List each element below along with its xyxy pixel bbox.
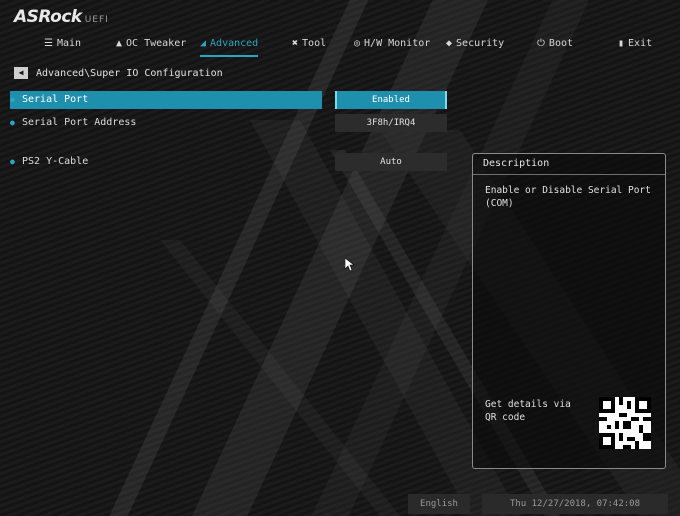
qr-caption: Get details via QR code — [485, 399, 571, 423]
exit-icon: ▮ — [618, 38, 625, 49]
top-tab-bar: ☰ Main ▲ OC Tweaker ◢ Advanced ✖ Tool ◎ H/W M… — [0, 31, 680, 59]
language-selector[interactable]: English — [408, 494, 470, 514]
bullet-icon: ● — [10, 118, 15, 127]
tab-hw-monitor[interactable]: ◎ H/W Monitor — [354, 31, 430, 57]
bullet-icon: ● — [10, 157, 15, 166]
setting-label: PS2 Y-Cable — [22, 156, 89, 167]
shield-icon: ◆ — [446, 38, 453, 49]
tab-boot[interactable]: ⏻ Boot — [537, 31, 573, 57]
tab-security[interactable]: ◆ Security — [446, 31, 504, 57]
tab-main[interactable]: ☰ Main — [44, 31, 81, 57]
rocket-icon: ▲ — [116, 38, 123, 49]
breadcrumb: ◀ Advanced\Super IO Configuration — [14, 66, 223, 82]
asrock-logo: ASRock UEFI — [14, 7, 109, 27]
power-icon: ⏻ — [537, 38, 545, 49]
bullet-icon: ● — [10, 95, 15, 104]
serial-port-address-value[interactable]: 3F8h/IRQ4 — [335, 114, 447, 132]
tool-icon: ✖ — [292, 38, 299, 49]
description-text: Enable or Disable Serial Port (COM) — [485, 185, 651, 209]
tab-exit[interactable]: ▮ Exit — [618, 31, 652, 57]
breadcrumb-path: Advanced\Super IO Configuration — [36, 68, 223, 79]
advanced-icon: ◢ — [200, 38, 207, 49]
tab-advanced[interactable]: ◢ Advanced — [200, 31, 259, 57]
tab-oc-tweaker[interactable]: ▲ OC Tweaker — [116, 31, 186, 57]
setting-label: Serial Port Address — [22, 117, 137, 128]
back-arrow-icon[interactable]: ◀ — [14, 67, 28, 79]
tab-tool[interactable]: ✖ Tool — [292, 31, 326, 57]
qr-code-icon — [599, 397, 651, 449]
serial-port-value[interactable]: Enabled — [335, 91, 447, 109]
description-title: Description — [473, 154, 665, 175]
monitor-icon: ◎ — [354, 38, 361, 49]
setting-label: Serial Port — [22, 94, 89, 105]
mouse-cursor-icon — [345, 258, 355, 272]
list-icon: ☰ — [44, 38, 53, 49]
description-panel: Description Enable or Disable Serial Por… — [472, 153, 666, 469]
ps2-y-cable-value[interactable]: Auto — [335, 153, 447, 171]
datetime-display: Thu 12/27/2018, 07:42:08 — [482, 494, 668, 514]
